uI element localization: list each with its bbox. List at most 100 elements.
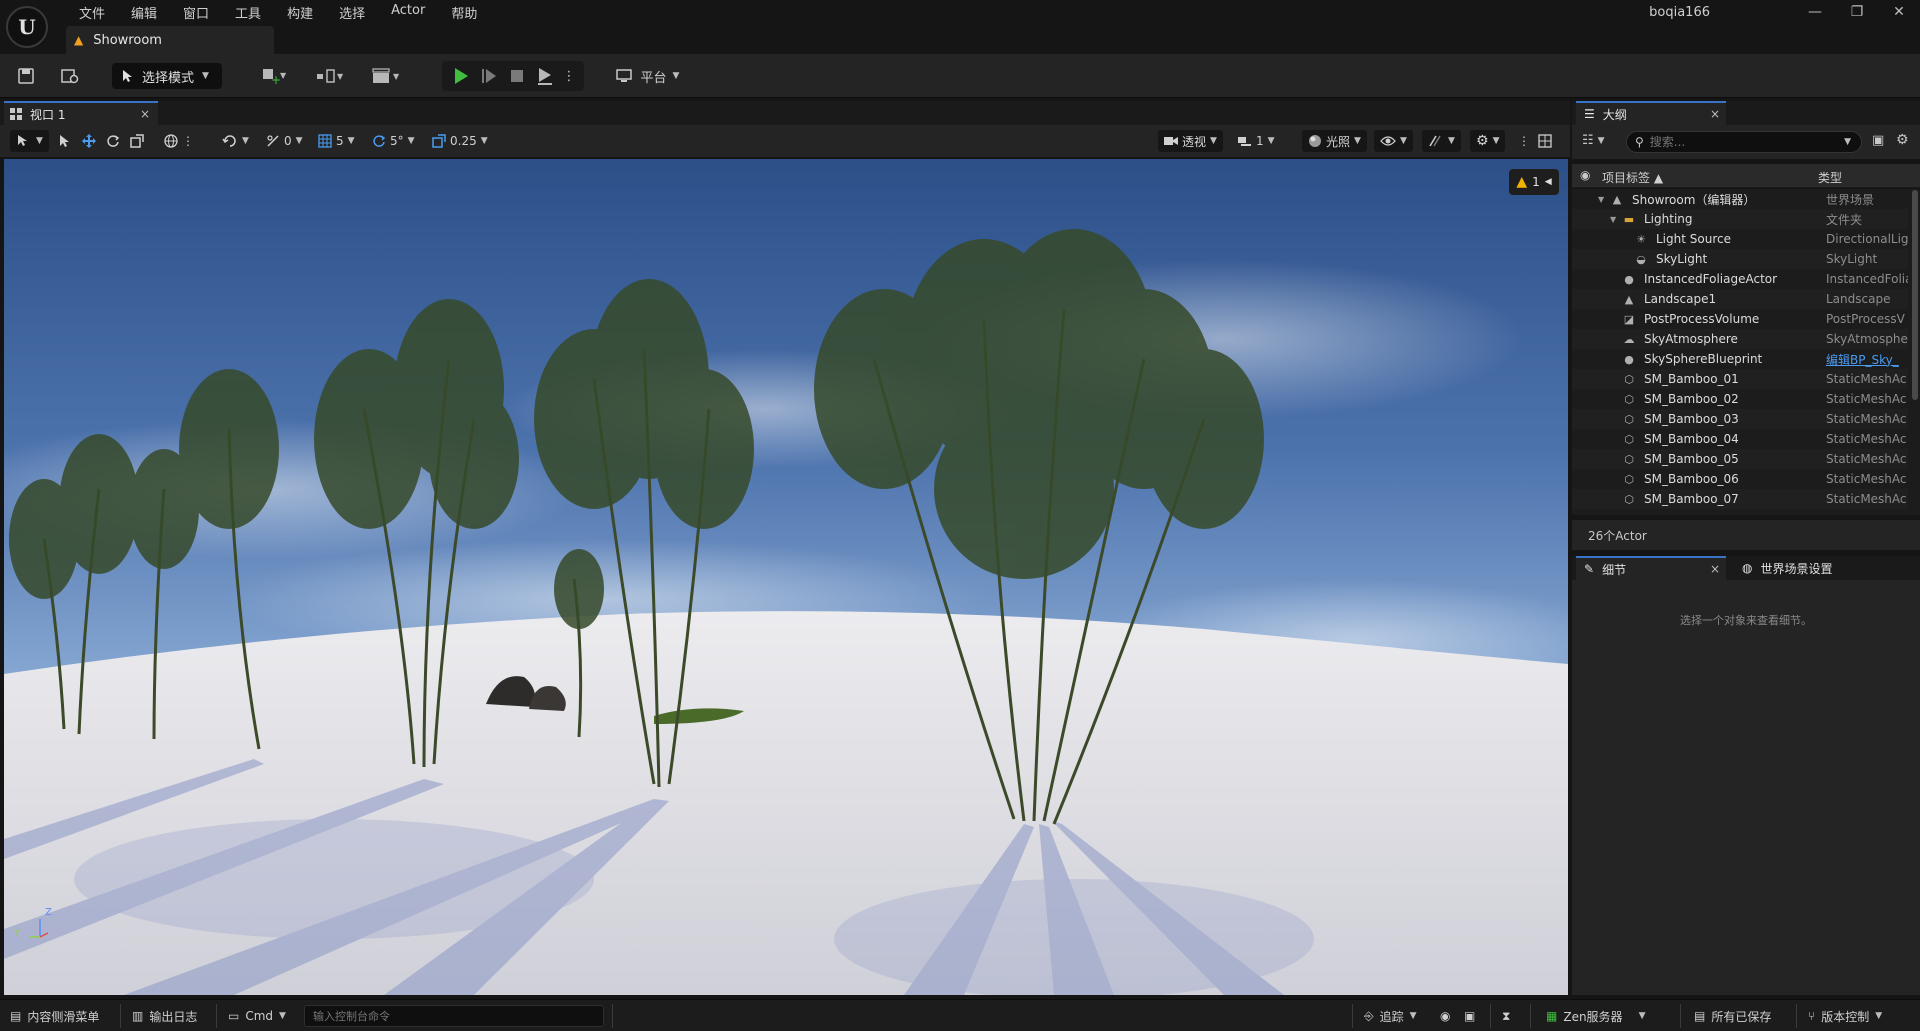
platform-dropdown[interactable]: 平台 ▼ [612,61,682,91]
rotation-snap-button[interactable]: 0 ▼ [266,131,303,151]
layout-icon [1538,134,1552,148]
cinematics-button[interactable]: ▼ [366,61,406,91]
play-button[interactable] [448,61,474,91]
outliner-row[interactable]: ⬡ SM_Bamboo_02 StaticMeshAc [1572,389,1908,409]
outliner-row[interactable]: ⬡ SM_Bamboo_05 StaticMeshAc [1572,449,1908,469]
menu-edit[interactable]: 编辑 [118,0,170,22]
menu-actor[interactable]: Actor [378,0,438,22]
zen-server-dropdown[interactable]: ▦ Zen服务器 ▼ [1546,1006,1645,1026]
lit-mode-dropdown[interactable]: 光照 ▼ [1302,130,1367,152]
viewport-layout-button[interactable] [1538,131,1552,151]
menu-tools[interactable]: 工具 [222,0,274,22]
visibility-column-icon[interactable]: ◉ [1580,168,1590,182]
record-button[interactable]: ◉ [1440,1006,1450,1026]
world-local-toggle[interactable]: ⋮ [164,131,194,151]
tree-expander-icon[interactable]: ▼ [1598,195,1610,204]
tab-outliner[interactable]: ☰ 大纲 × [1576,101,1726,125]
outliner-row[interactable]: ◪ PostProcessVolume PostProcessV [1572,309,1908,329]
eject-button[interactable] [532,61,558,91]
outliner-scrollbar[interactable] [1912,190,1918,400]
close-tab-icon[interactable]: × [1710,107,1720,121]
outliner-settings-button[interactable]: ⚙ [1896,132,1909,148]
outliner-item-type: DirectionalLig [1826,232,1908,246]
step-button[interactable] [476,61,502,91]
column-type-header[interactable]: 类型 [1818,169,1842,186]
save-button[interactable] [12,61,40,91]
play-options-button[interactable]: ⋮ [560,61,578,91]
scale-tool[interactable] [130,131,144,151]
performance-dropdown[interactable]: ▼ [1422,130,1461,152]
search-input[interactable] [1649,135,1810,149]
derived-data-button[interactable]: ⧗ [1502,1006,1510,1026]
surface-snap-button[interactable]: ▼ [222,131,249,151]
tree-expander-icon[interactable]: ▼ [1610,215,1622,224]
angle-snap-button[interactable]: 5° ▼ [372,131,415,151]
outliner-tree[interactable]: ▼ ▲ Showroom（编辑器） 世界场景 ▼ ▬ Lighting 文件夹 ☀ Light S… [1572,189,1920,515]
output-log-button[interactable]: ▥ 输出日志 [132,1006,197,1026]
outliner-row[interactable]: ▲ Landscape1 Landscape [1572,289,1908,309]
screenshot-button[interactable]: ▣ [1464,1006,1475,1026]
rotate-tool[interactable] [106,131,120,151]
grid-snap-button[interactable]: 5 ▼ [318,131,355,151]
column-label-header[interactable]: 项目标签 ▲ [1602,169,1663,186]
source-control-dropdown[interactable]: ⑂ 版本控制 ▼ [1808,1006,1882,1026]
menu-select[interactable]: 选择 [326,0,378,22]
close-tab-icon[interactable]: × [1710,562,1720,576]
camera-speed-dropdown[interactable]: 1 ▼ [1238,131,1275,151]
outliner-row[interactable]: ● SkySphereBlueprint 编辑BP_Sky_ [1572,349,1908,369]
filter-button[interactable]: ☷ ▼ [1582,133,1605,148]
warning-badge[interactable]: ▲ 1 ◀ [1509,169,1559,195]
tab-details[interactable]: ✎ 细节 × [1576,556,1726,580]
mode-select-dropdown[interactable]: 选择模式 ▼ [112,63,222,89]
outliner-row[interactable]: ☀ Light Source DirectionalLig [1572,229,1908,249]
tab-world-settings[interactable]: ◍ 世界场景设置 [1734,556,1914,580]
close-tab-icon[interactable]: × [140,107,150,121]
outliner-row[interactable]: ⬡ SM_Bamboo_01 StaticMeshAc [1572,369,1908,389]
menu-file[interactable]: 文件 [66,0,118,22]
viewport-options-button[interactable]: ▼ [10,130,49,152]
outliner-row[interactable]: ☁ SkyAtmosphere SkyAtmosphe [1572,329,1908,349]
outliner-row[interactable]: ⬡ SM_Bamboo_06 StaticMeshAc [1572,469,1908,489]
viewport-settings-dropdown[interactable]: ⚙ ▼ [1470,130,1506,152]
outliner-row[interactable]: ⬡ SM_Bamboo_07 StaticMeshAc [1572,489,1908,509]
outliner-search[interactable]: ⚲ ▼ [1626,131,1862,153]
add-actor-button[interactable]: + ▼ [254,61,294,91]
minimize-button[interactable]: — [1792,0,1838,24]
scene-render[interactable] [4,159,1568,995]
view-mode-dropdown[interactable]: 透视 ▼ [1158,130,1223,152]
document-tab-showroom[interactable]: ▲ Showroom [66,26,274,54]
outliner-row[interactable]: ● InstancedFoliageActor InstancedFolia [1572,269,1908,289]
cmd-dropdown[interactable]: ▭ Cmd ▼ [228,1006,286,1026]
outliner-row[interactable]: ⬡ SM_Bamboo_03 StaticMeshAc [1572,409,1908,429]
unreal-logo[interactable]: U [6,6,48,48]
trace-dropdown[interactable]: ⎆ 追踪 ▼ [1364,1006,1417,1026]
outliner-row[interactable]: ◒ SkyLight SkyLight [1572,249,1908,269]
add-folder-button[interactable]: ▣ [1872,133,1884,148]
outliner-row[interactable]: ▼ ▲ Showroom（编辑器） 世界场景 [1572,189,1908,209]
stop-button[interactable] [504,61,530,91]
save-all-button[interactable]: ▤ 所有已保存 [1694,1006,1771,1026]
level-viewport[interactable]: ▲ 1 ◀ Z Y [4,159,1568,995]
menu-build[interactable]: 构建 [274,0,326,22]
menu-window[interactable]: 窗口 [170,0,222,22]
blueprint-button[interactable]: ▼ [310,61,350,91]
translate-tool[interactable] [82,131,96,151]
close-window-button[interactable]: ✕ [1876,0,1920,24]
details-empty-message: 选择一个对象来查看细节。 [1680,614,1812,627]
outliner-row[interactable]: ▼ ▬ Lighting 文件夹 [1572,209,1908,229]
outliner-row[interactable]: ⬡ SM_Bamboo_04 StaticMeshAc [1572,429,1908,449]
console-command-input[interactable] [304,1005,604,1027]
warning-icon: ▲ [1516,174,1528,190]
restore-button[interactable]: ❐ [1834,0,1880,24]
select-tool[interactable] [58,131,70,151]
chevron-down-icon[interactable]: ▼ [1844,137,1851,147]
scale-snap-button[interactable]: 0.25 ▼ [432,131,488,151]
browse-button[interactable] [56,61,84,91]
tab-viewport-1[interactable]: 视口 1 × [4,101,158,125]
content-drawer-button[interactable]: ▤ 内容侧滑菜单 [10,1006,99,1026]
viewport-more-button[interactable]: ⋮ [1518,131,1530,151]
show-flags-dropdown[interactable]: ▼ [1374,130,1413,152]
outliner-item-type[interactable]: 编辑BP_Sky_ [1826,351,1908,368]
menu-help[interactable]: 帮助 [438,0,490,22]
blueprint-icon: ● [1624,352,1634,366]
